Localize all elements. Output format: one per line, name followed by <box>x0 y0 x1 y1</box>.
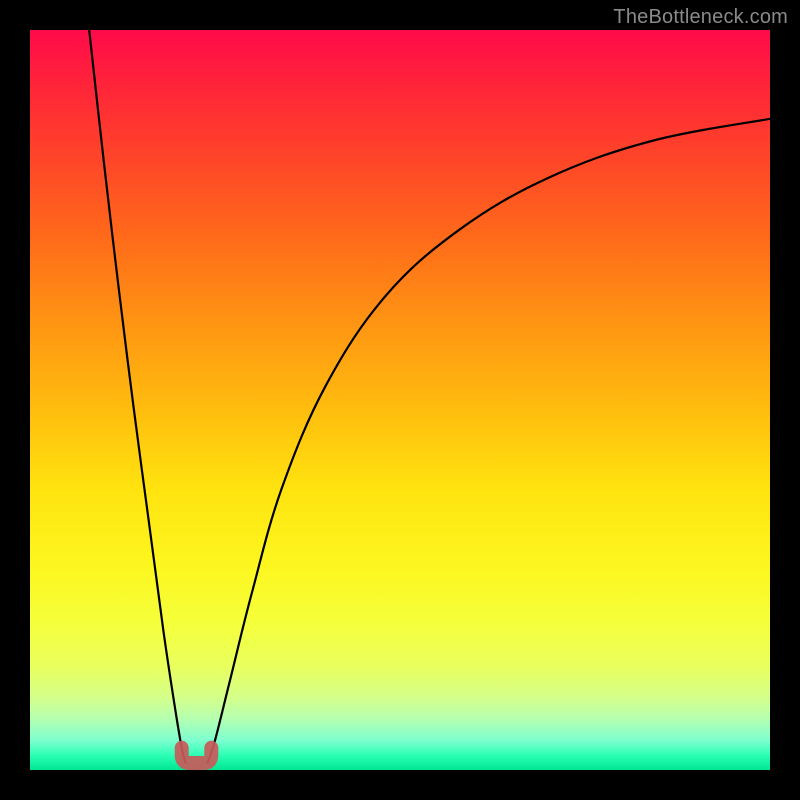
watermark-text: TheBottleneck.com <box>613 6 788 29</box>
curve-right-branch <box>208 119 770 763</box>
plot-area <box>30 30 770 770</box>
curve-left-branch <box>89 30 185 763</box>
minimum-marker-icon <box>182 748 212 763</box>
curve-layer <box>30 30 770 770</box>
chart-frame: TheBottleneck.com <box>0 0 800 800</box>
